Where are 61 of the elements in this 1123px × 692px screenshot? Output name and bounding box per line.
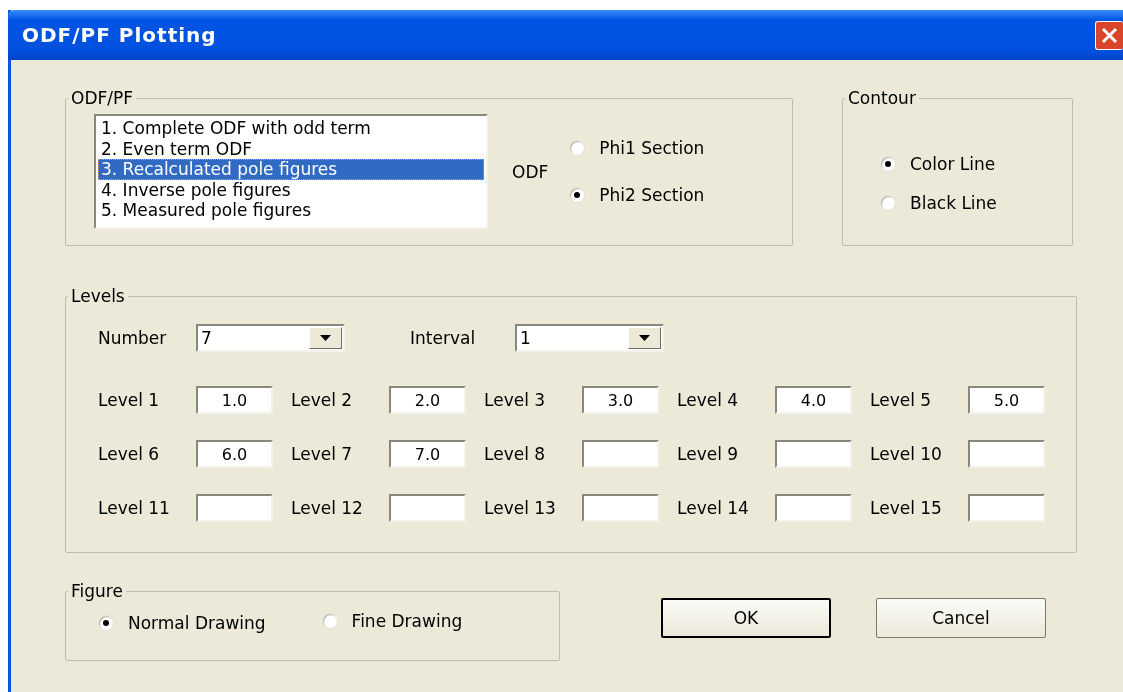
level-field[interactable] xyxy=(775,440,852,468)
level-field[interactable] xyxy=(968,440,1045,468)
window-title: ODF/PF Plotting xyxy=(21,23,217,47)
level-label: Level 8 xyxy=(484,444,547,464)
list-item[interactable]: 4. Inverse pole figures xyxy=(98,179,484,200)
level-field[interactable]: 4.0 xyxy=(775,386,852,414)
radio-button[interactable]: Black Line xyxy=(880,193,997,213)
dialog-button[interactable]: OK xyxy=(661,598,831,638)
radio-circle-icon[interactable] xyxy=(880,195,896,211)
level-field[interactable] xyxy=(968,494,1045,522)
level-label: Level 13 xyxy=(484,498,557,518)
level-label: Level 9 xyxy=(677,444,740,464)
group-label: ODF/PF xyxy=(70,88,134,108)
group-label: Figure xyxy=(70,581,124,601)
level-field[interactable] xyxy=(582,494,659,522)
dropdown[interactable]: 1 xyxy=(515,324,664,352)
level-field[interactable] xyxy=(582,440,659,468)
list-item[interactable]: 1. Complete ODF with odd term xyxy=(98,118,484,139)
level-label: Level 3 xyxy=(484,390,547,410)
level-label: Level 15 xyxy=(870,498,943,518)
level-label: Level 1 xyxy=(98,390,161,410)
interval-label: Interval xyxy=(410,328,477,348)
number-label: Number xyxy=(98,328,168,348)
level-field[interactable]: 1.0 xyxy=(196,386,273,414)
level-field[interactable] xyxy=(196,494,273,522)
dialog-button[interactable]: Cancel xyxy=(876,598,1046,638)
level-label: Level 12 xyxy=(291,498,364,518)
level-label: Level 7 xyxy=(291,444,354,464)
level-field[interactable] xyxy=(389,494,466,522)
level-label: Level 4 xyxy=(677,390,740,410)
radio-group-label: ODF xyxy=(512,161,549,182)
radio-circle-icon[interactable] xyxy=(98,615,114,631)
radio-button[interactable]: Phi1 Section xyxy=(569,138,705,158)
radio-circle-icon[interactable] xyxy=(569,187,586,203)
radio-button[interactable]: Phi2 Section xyxy=(569,185,705,205)
group-label: Contour xyxy=(847,88,917,108)
level-field[interactable]: 2.0 xyxy=(389,386,466,414)
level-label: Level 2 xyxy=(291,390,354,410)
radio-circle-icon[interactable] xyxy=(880,156,896,172)
list-box[interactable]: 1. Complete ODF with odd term 2. Even term ODF 3. Recalculated pole figures 4. Inverse pole figures 5. Measured pole figures xyxy=(94,114,488,229)
level-field[interactable]: 6.0 xyxy=(196,440,273,468)
level-field[interactable] xyxy=(775,494,852,522)
radio-button[interactable]: Color Line xyxy=(880,154,996,174)
level-label: Level 5 xyxy=(870,390,933,410)
list-item[interactable]: 5. Measured pole figures xyxy=(98,200,484,221)
list-item[interactable]: 3. Recalculated pole figures xyxy=(98,159,484,180)
group-label: Levels xyxy=(70,286,126,306)
level-field[interactable]: 5.0 xyxy=(968,386,1045,414)
list-item[interactable]: 2. Even term ODF xyxy=(98,138,484,159)
level-label: Level 6 xyxy=(98,444,161,464)
level-field[interactable]: 7.0 xyxy=(389,440,466,468)
close-icon[interactable] xyxy=(1095,20,1123,50)
level-label: Level 11 xyxy=(98,498,171,518)
dropdown[interactable]: 7 xyxy=(196,324,345,352)
level-field[interactable]: 3.0 xyxy=(582,386,659,414)
radio-button[interactable]: Normal Drawing xyxy=(98,613,266,633)
radio-button[interactable]: Fine Drawing xyxy=(321,611,463,631)
radio-circle-icon[interactable] xyxy=(569,140,586,156)
level-label: Level 10 xyxy=(870,444,943,464)
radio-circle-icon[interactable] xyxy=(321,613,338,629)
level-label: Level 14 xyxy=(677,498,750,518)
